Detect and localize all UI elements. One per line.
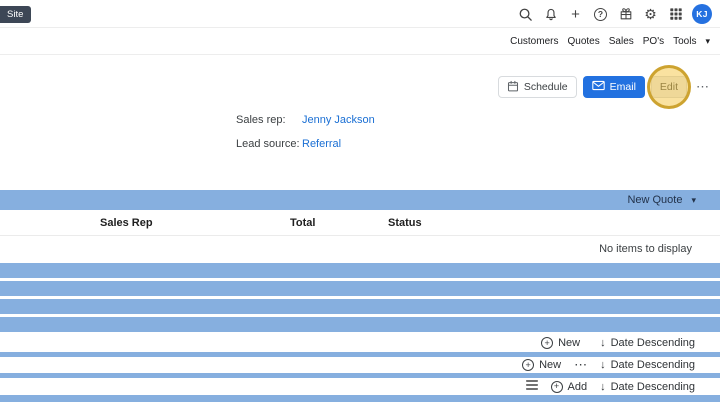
section-band — [0, 317, 720, 332]
edit-button[interactable]: Edit — [650, 76, 687, 98]
column-total[interactable]: Total — [290, 210, 315, 236]
sort-label: Date Descending — [610, 380, 695, 393]
new-quote-caret-icon: ▾ — [691, 194, 696, 205]
lead-source-label: Lead source: — [236, 138, 300, 150]
topbar-icons: + ? ⚙ KJ — [517, 0, 712, 28]
lead-source-link[interactable]: Referral — [302, 138, 341, 150]
arrow-down-icon: ↓ — [600, 337, 606, 349]
more-actions-button[interactable]: ⋯ — [693, 76, 712, 98]
main-nav: Customers Quotes Sales PO's Tools ▾ — [0, 28, 720, 55]
sort-label: Date Descending — [610, 359, 695, 371]
email-label: Email — [609, 81, 636, 93]
schedule-button[interactable]: Schedule — [497, 76, 577, 98]
record-actions: Schedule Email Edit ⋯ — [497, 65, 712, 109]
envelope-icon — [591, 80, 605, 94]
section-toolbar-2: + New ⋯ ↓ Date Descending — [0, 357, 720, 373]
plus-circle-icon: + — [541, 337, 554, 349]
lead-source-field: Lead source: Referral — [236, 132, 375, 156]
section-band — [0, 263, 720, 278]
section-band — [0, 395, 720, 402]
new-button[interactable]: + New — [522, 359, 561, 371]
new-label: New — [539, 359, 562, 371]
new-button[interactable]: + New — [541, 337, 580, 349]
top-bar: Site + ? ⚙ KJ — [0, 0, 720, 28]
add-new-icon[interactable]: + — [567, 6, 584, 23]
section-band — [0, 299, 720, 314]
detail-fields: Sales rep: Jenny Jackson Lead source: Re… — [236, 108, 375, 156]
edit-label: Edit — [659, 81, 678, 93]
sales-rep-link[interactable]: Jenny Jackson — [302, 114, 375, 126]
sort-date-descending[interactable]: ↓ Date Descending — [600, 337, 695, 349]
nav-caret-down-icon[interactable]: ▾ — [705, 36, 710, 47]
column-sales-rep[interactable]: Sales Rep — [100, 210, 153, 236]
sort-label: Date Descending — [610, 337, 695, 349]
section-toolbar-1: + New ↓ Date Descending — [0, 334, 720, 352]
new-quote-button[interactable]: New Quote ▾ — [627, 190, 696, 210]
list-view-button[interactable] — [525, 380, 538, 393]
notifications-bell-icon[interactable] — [542, 6, 559, 23]
arrow-down-icon: ↓ — [600, 380, 606, 393]
calendar-icon — [507, 80, 519, 95]
sales-rep-field: Sales rep: Jenny Jackson — [236, 108, 375, 132]
site-badge: Site — [0, 6, 32, 23]
add-button[interactable]: + Add — [550, 380, 588, 393]
more-options-button[interactable]: ⋯ — [574, 357, 587, 373]
nav-items: Customers Quotes Sales PO's Tools ▾ — [510, 28, 710, 55]
add-label: Add — [567, 380, 588, 393]
new-quote-label: New Quote — [627, 194, 683, 206]
plus-circle-icon: + — [550, 380, 563, 393]
gear-icon[interactable]: ⚙ — [642, 6, 659, 23]
schedule-label: Schedule — [523, 81, 568, 93]
email-button[interactable]: Email — [582, 76, 645, 98]
help-question-glyph: ? — [594, 7, 607, 21]
edit-button-wrap: Edit — [646, 65, 691, 109]
search-icon[interactable] — [517, 6, 534, 23]
nav-item-quotes[interactable]: Quotes — [567, 36, 599, 47]
nav-item-pos[interactable]: PO's — [643, 36, 664, 47]
quotes-table-header: Sales Rep Total Status — [0, 210, 720, 236]
help-icon[interactable]: ? — [592, 6, 609, 23]
arrow-down-icon: ↓ — [600, 359, 606, 371]
sort-date-descending[interactable]: ↓ Date Descending — [600, 381, 695, 393]
apps-grid-icon[interactable] — [667, 6, 684, 23]
plus-circle-icon: + — [522, 359, 535, 371]
gift-icon[interactable] — [617, 6, 634, 23]
nav-item-customers[interactable]: Customers — [510, 36, 558, 47]
empty-message: No items to display — [599, 243, 692, 255]
nav-item-sales[interactable]: Sales — [609, 36, 634, 47]
user-avatar[interactable]: KJ — [692, 4, 712, 24]
sort-date-descending[interactable]: ↓ Date Descending — [600, 359, 695, 371]
section-toolbar-3: + Add ↓ Date Descending — [0, 378, 720, 395]
new-label: New — [558, 337, 581, 349]
nav-item-tools[interactable]: Tools — [673, 36, 696, 47]
sales-rep-label: Sales rep: — [236, 114, 286, 126]
list-icon — [525, 380, 538, 393]
quotes-section-band: New Quote ▾ — [0, 190, 720, 210]
app-window: Site + ? ⚙ KJ Customers Quotes Sales PO'… — [0, 0, 720, 402]
column-status[interactable]: Status — [388, 210, 422, 236]
section-band — [0, 281, 720, 296]
quotes-empty-row: No items to display — [0, 236, 720, 262]
